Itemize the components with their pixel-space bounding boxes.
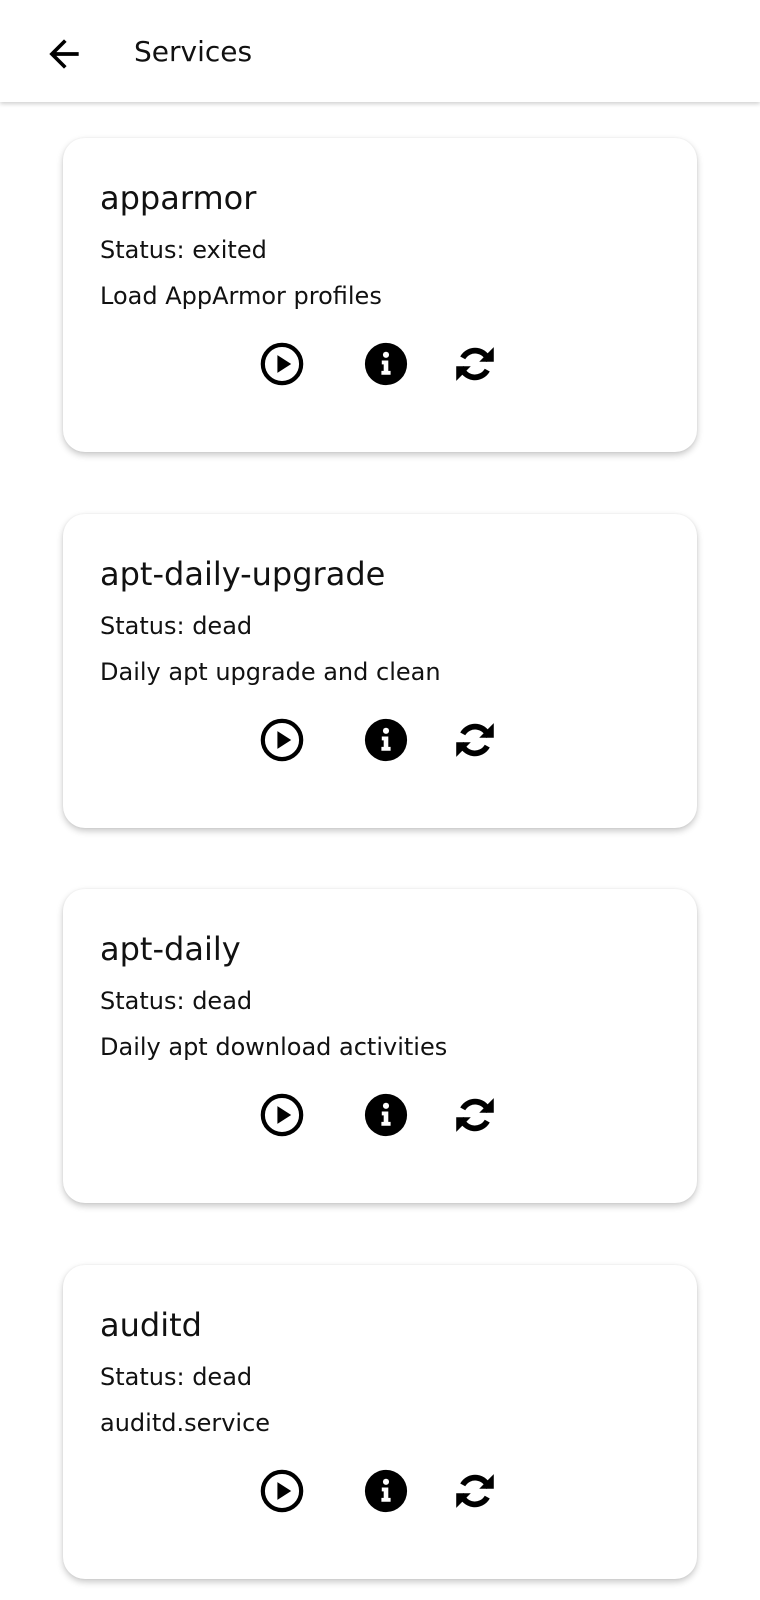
service-card: auditd Status: dead auditd.service	[63, 1265, 697, 1579]
restart-button[interactable]	[447, 1463, 503, 1519]
service-actions	[63, 336, 697, 392]
sync-icon	[456, 723, 494, 757]
info-circle-icon	[364, 342, 408, 386]
page-title: Services	[134, 35, 253, 68]
service-description: auditd.service	[100, 1409, 271, 1437]
sync-icon	[456, 347, 494, 381]
info-circle-icon	[364, 1093, 408, 1137]
sync-icon	[456, 1098, 494, 1132]
play-circle-icon	[260, 342, 304, 386]
info-button[interactable]	[358, 712, 414, 768]
service-description: Daily apt upgrade and clean	[100, 658, 441, 686]
service-status: Status: dead	[100, 1363, 253, 1391]
start-button[interactable]	[254, 1463, 310, 1519]
restart-button[interactable]	[447, 712, 503, 768]
play-circle-icon	[260, 1093, 304, 1137]
restart-button[interactable]	[447, 1087, 503, 1143]
info-circle-icon	[364, 718, 408, 762]
service-card: apt-daily-upgrade Status: dead Daily apt…	[63, 514, 697, 828]
service-card: apt-daily Status: dead Daily apt downloa…	[63, 889, 697, 1203]
service-name: apt-daily-upgrade	[100, 555, 386, 593]
service-name: apparmor	[100, 179, 257, 217]
start-button[interactable]	[254, 336, 310, 392]
info-button[interactable]	[358, 336, 414, 392]
info-button[interactable]	[358, 1463, 414, 1519]
restart-button[interactable]	[447, 336, 503, 392]
start-button[interactable]	[254, 712, 310, 768]
service-status: Status: exited	[100, 236, 267, 264]
service-card: apparmor Status: exited Load AppArmor pr…	[63, 138, 697, 452]
start-button[interactable]	[254, 1087, 310, 1143]
sync-icon	[456, 1474, 494, 1508]
service-name: apt-daily	[100, 930, 241, 968]
info-button[interactable]	[358, 1087, 414, 1143]
service-name: auditd	[100, 1306, 202, 1344]
service-description: Daily apt download activities	[100, 1033, 448, 1061]
service-actions	[63, 712, 697, 768]
service-status: Status: dead	[100, 612, 253, 640]
service-list[interactable]: apparmor Status: exited Load AppArmor pr…	[0, 102, 760, 1600]
service-status: Status: dead	[100, 987, 253, 1015]
service-description: Load AppArmor profiles	[100, 282, 382, 310]
service-actions	[63, 1463, 697, 1519]
info-circle-icon	[364, 1469, 408, 1513]
app-bar: Services	[0, 0, 760, 102]
arrow-left-icon	[49, 39, 79, 69]
service-actions	[63, 1087, 697, 1143]
back-button[interactable]	[36, 26, 92, 82]
play-circle-icon	[260, 718, 304, 762]
play-circle-icon	[260, 1469, 304, 1513]
